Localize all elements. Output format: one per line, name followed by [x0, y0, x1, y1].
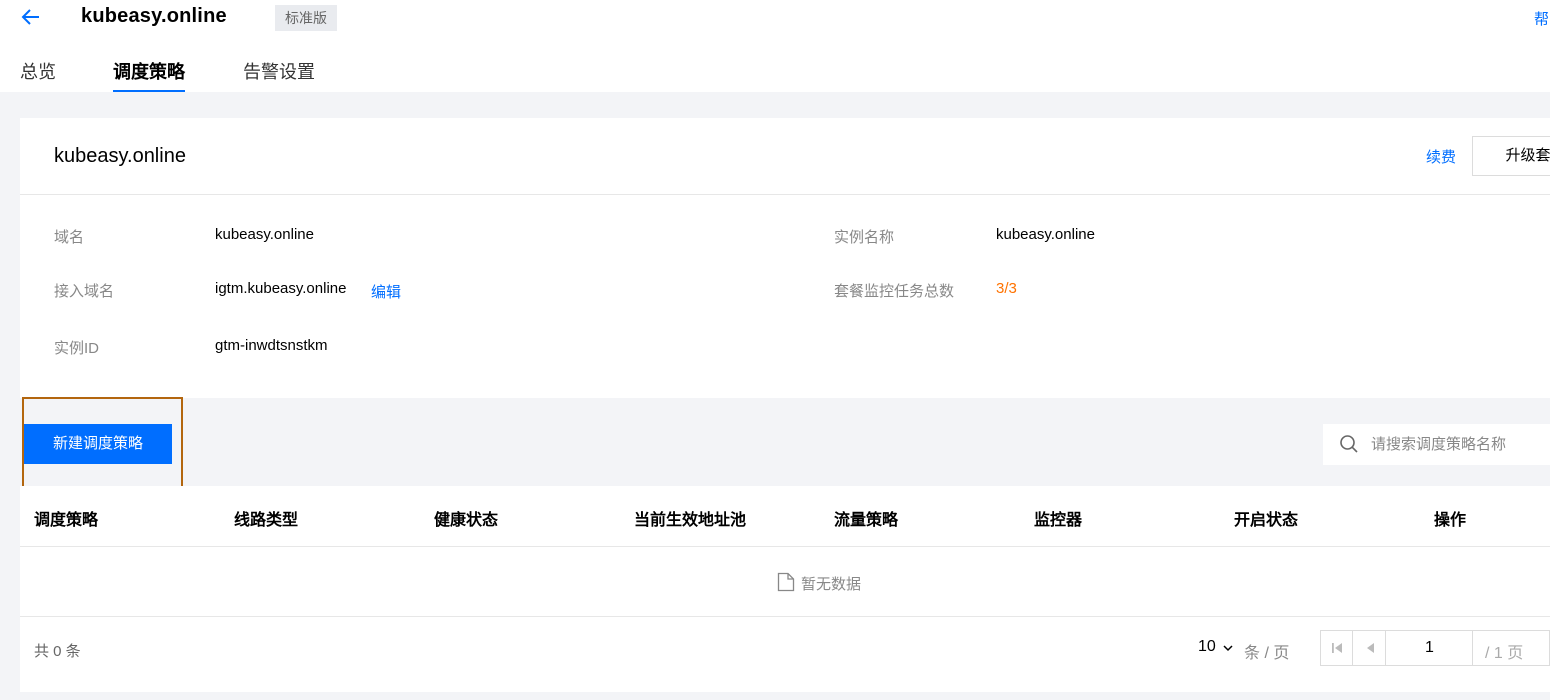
quota-value: 3/3 — [996, 280, 1017, 297]
column-header: 操作 — [1434, 512, 1467, 529]
first-page-button[interactable] — [1321, 631, 1353, 665]
edition-badge: 标准版 — [275, 5, 337, 31]
total-count: 共 0 条 — [34, 643, 81, 660]
divider — [20, 616, 1550, 617]
tab-overview[interactable]: 总览 — [20, 58, 56, 92]
first-page-icon — [1332, 643, 1342, 653]
pager: 1 / 1 页 — [1320, 630, 1550, 666]
tab-scheduling-policy[interactable]: 调度策略 — [113, 58, 185, 92]
instance-name-label: 实例名称 — [834, 229, 895, 246]
access-domain-value: igtm.kubeasy.online — [215, 280, 347, 297]
edit-link[interactable]: 编辑 — [371, 281, 401, 302]
domain-value: kubeasy.online — [215, 226, 314, 243]
page-size-select[interactable]: 10 — [1198, 638, 1216, 656]
instance-title: kubeasy.online — [54, 145, 186, 167]
total-pages: / 1 页 — [1485, 645, 1524, 662]
help-link[interactable]: 帮 — [1534, 8, 1549, 29]
column-header: 健康状态 — [434, 512, 499, 529]
new-policy-button[interactable]: 新建调度策略 — [24, 424, 172, 464]
column-header: 流量策略 — [834, 512, 899, 529]
page-size-unit: 条 / 页 — [1244, 645, 1290, 662]
tab-alert-settings[interactable]: 告警设置 — [243, 58, 315, 92]
instance-id-label: 实例ID — [54, 340, 100, 357]
chevron-down-icon[interactable] — [1222, 642, 1234, 654]
search-icon — [1340, 435, 1358, 453]
page-title: kubeasy.online — [81, 5, 227, 27]
domain-label: 域名 — [54, 229, 85, 246]
prev-page-button[interactable] — [1354, 631, 1386, 665]
search-input[interactable] — [1371, 424, 1546, 465]
instance-card: kubeasy.online 续费 升级套餐 域名 kubeasy.online… — [20, 118, 1550, 398]
instance-id-value: gtm-inwdtsnstkm — [215, 337, 328, 354]
upgrade-plan-button[interactable]: 升级套餐 — [1472, 136, 1550, 176]
column-header: 监控器 — [1034, 512, 1083, 529]
column-header: 当前生效地址池 — [634, 512, 747, 529]
search-box[interactable] — [1323, 424, 1550, 465]
prev-page-icon — [1367, 643, 1374, 653]
quota-label: 套餐监控任务总数 — [834, 283, 955, 300]
column-header: 开启状态 — [1234, 512, 1299, 529]
divider — [20, 546, 1550, 547]
column-header: 调度策略 — [34, 512, 99, 529]
top-bar: kubeasy.online 标准版 帮 总览 调度策略 告警设置 — [0, 0, 1550, 92]
page-number-input[interactable]: 1 — [1387, 631, 1473, 665]
access-domain-label: 接入域名 — [54, 283, 115, 300]
renew-link[interactable]: 续费 — [1426, 146, 1456, 167]
divider — [20, 194, 1550, 195]
document-icon — [777, 572, 795, 592]
instance-name-value: kubeasy.online — [996, 226, 1095, 243]
policy-table: 调度策略 线路类型 健康状态 当前生效地址池 流量策略 监控器 开启状态 操作 … — [20, 486, 1550, 692]
empty-text: 暂无数据 — [801, 576, 862, 593]
column-header: 线路类型 — [234, 512, 299, 529]
back-arrow-icon[interactable] — [20, 6, 42, 28]
